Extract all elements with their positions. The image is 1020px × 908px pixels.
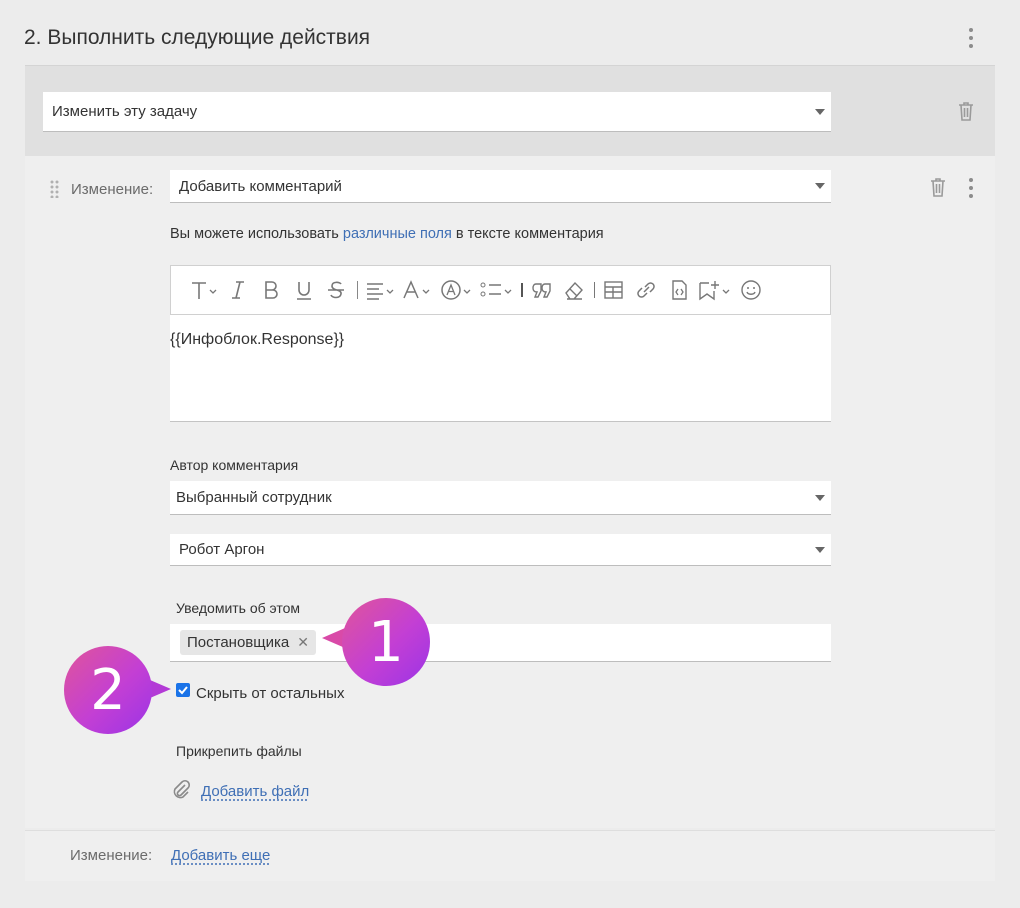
comment-editor[interactable]: {{Инфоблок.Response}} <box>170 315 831 422</box>
author-value: Выбранный сотрудник <box>176 489 332 506</box>
chevron-down-icon <box>815 108 825 115</box>
add-more-link[interactable]: Добавить еще <box>171 847 270 864</box>
various-fields-link[interactable]: различные поля <box>343 226 452 242</box>
underline-icon[interactable] <box>287 275 321 305</box>
hide-checkbox[interactable] <box>176 683 190 697</box>
hint-prefix: Вы можете использовать <box>170 226 343 242</box>
hint-suffix: в тексте комментария <box>451 226 604 242</box>
notify-field[interactable]: Постановщика ✕ <box>170 624 831 662</box>
action-select-value: Изменить эту задачу <box>52 103 198 120</box>
eraser-icon[interactable] <box>559 275 589 305</box>
toolbar-separator <box>589 275 599 305</box>
employee-value: Робот Аргон <box>179 541 265 558</box>
bold-icon[interactable] <box>255 275 287 305</box>
footer-change-label: Изменение: <box>70 847 153 864</box>
change-menu-icon[interactable] <box>968 178 974 198</box>
toolbar-separator <box>351 275 363 305</box>
employee-select[interactable]: Робот Аргон <box>170 534 831 566</box>
font-size-icon[interactable] <box>187 275 221 305</box>
italic-icon[interactable] <box>221 275 255 305</box>
attach-label: Прикрепить файлы <box>176 743 302 759</box>
link-icon[interactable] <box>629 275 663 305</box>
change-type-value: Добавить комментарий <box>179 177 342 195</box>
chevron-down-icon <box>815 183 825 189</box>
checkmark-icon <box>178 686 188 695</box>
strikethrough-icon[interactable] <box>321 275 351 305</box>
add-file-link[interactable]: Добавить файл <box>201 783 309 800</box>
change-label: Изменение: <box>71 181 154 198</box>
insert-icon[interactable] <box>695 275 735 305</box>
font-color-icon[interactable] <box>399 275 437 305</box>
chevron-down-icon <box>815 546 825 553</box>
chevron-down-icon <box>815 494 825 501</box>
action-select[interactable]: Изменить эту задачу <box>43 92 831 132</box>
notify-tag-label: Постановщика <box>187 634 290 651</box>
trash-icon[interactable] <box>928 176 948 203</box>
callout-2-badge: 2 <box>64 646 152 734</box>
code-icon[interactable] <box>663 275 695 305</box>
remove-tag-icon[interactable]: ✕ <box>297 634 309 651</box>
change-type-select[interactable]: Добавить комментарий <box>170 170 831 203</box>
text-style-icon[interactable] <box>437 275 477 305</box>
callout-2-number: 2 <box>90 657 126 723</box>
paperclip-icon <box>170 779 192 806</box>
notify-label: Уведомить об этом <box>176 600 301 616</box>
callout-1-number: 1 <box>368 609 404 675</box>
quote-icon[interactable] <box>527 275 559 305</box>
callout-1-badge: 1 <box>342 598 430 686</box>
trash-icon[interactable] <box>956 100 976 127</box>
comment-text: {{Инфоблок.Response}} <box>170 331 345 348</box>
emoji-icon[interactable] <box>735 275 767 305</box>
section-menu-icon[interactable] <box>968 28 974 48</box>
align-icon[interactable] <box>363 275 399 305</box>
table-icon[interactable] <box>599 275 629 305</box>
hide-label[interactable]: Скрыть от остальных <box>196 685 344 702</box>
notify-tag: Постановщика ✕ <box>180 630 316 655</box>
list-icon[interactable] <box>477 275 517 305</box>
section-title: 2. Выполнить следующие действия <box>24 26 371 49</box>
toolbar-separator <box>517 275 527 305</box>
author-label: Автор комментария <box>170 457 299 473</box>
fields-hint: Вы можете использовать различные поля в … <box>170 226 604 242</box>
editor-toolbar <box>170 265 831 315</box>
author-select[interactable]: Выбранный сотрудник <box>170 481 831 515</box>
drag-handle-icon[interactable] <box>50 180 60 203</box>
